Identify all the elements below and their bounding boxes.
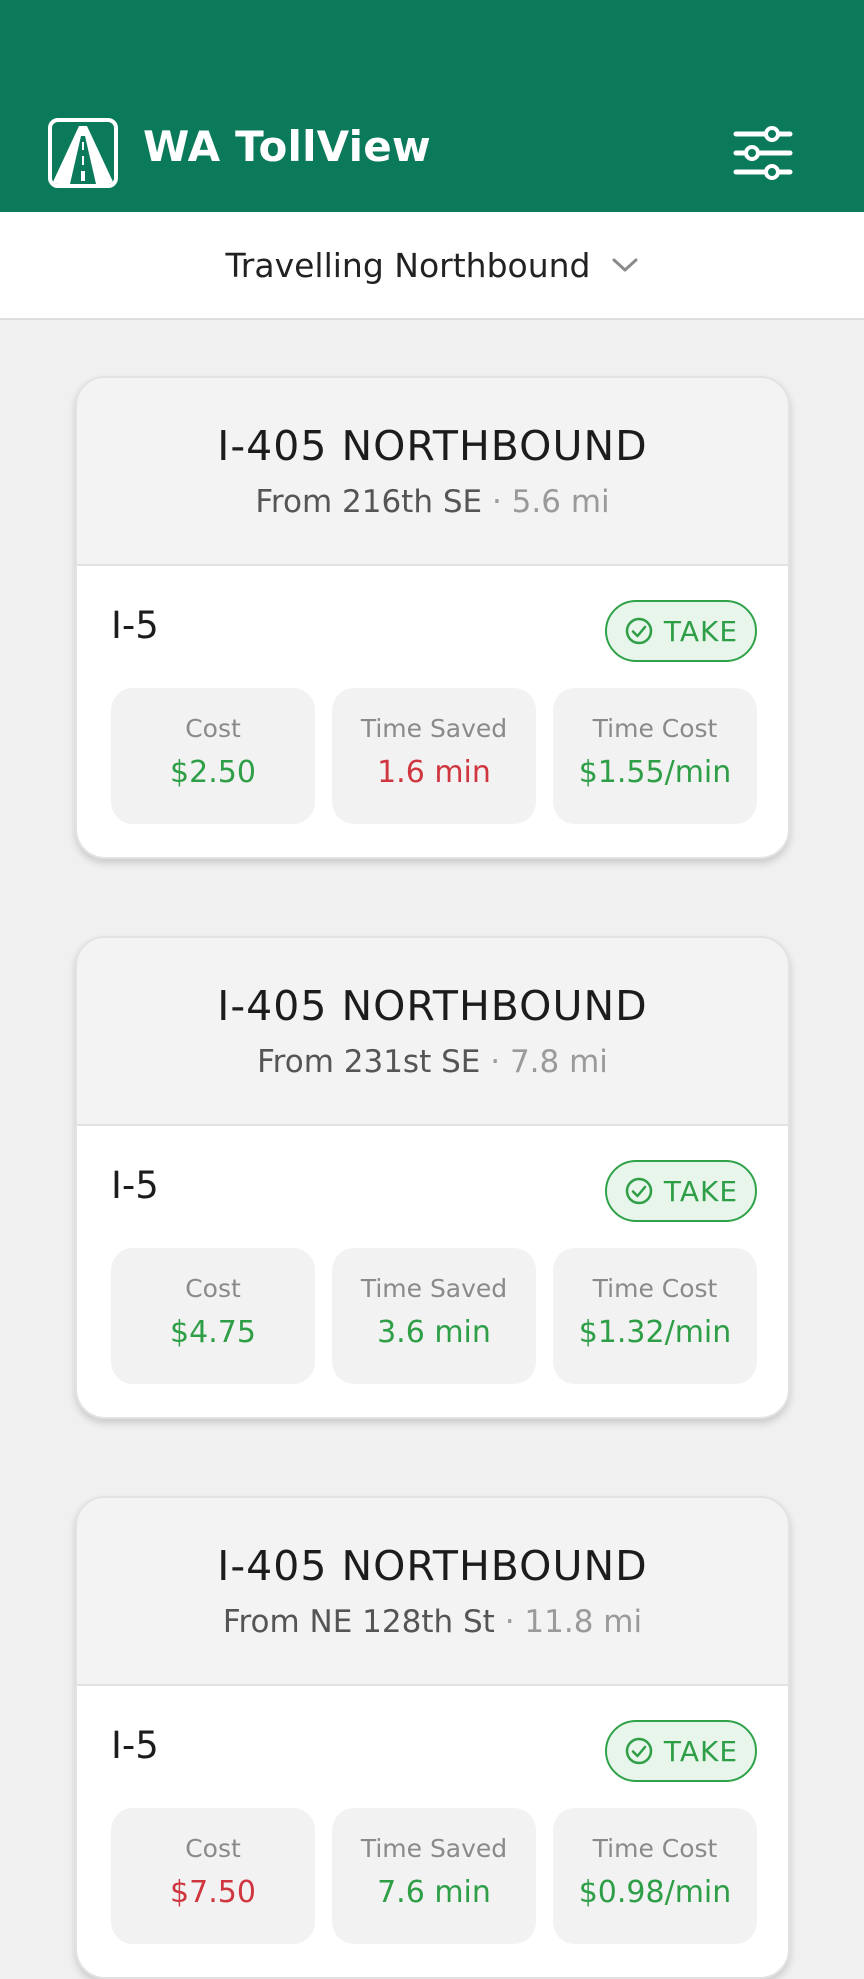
card-header: I-405 NORTHBOUND From 231st SE · 7.8 mi [77,938,788,1126]
toll-card[interactable]: I-405 NORTHBOUND From NE 128th St · 11.8… [75,1496,790,1979]
separator: · [504,1604,515,1640]
card-header: I-405 NORTHBOUND From NE 128th St · 11.8… [77,1498,788,1686]
stat-label: Time Cost [592,714,718,743]
card-title: I-405 NORTHBOUND [217,422,648,470]
stat-value: 7.6 min [377,1875,491,1910]
stat-label: Time Saved [360,714,508,743]
entry-point: From 231st SE [257,1044,481,1080]
take-button[interactable]: TAKE [605,1720,757,1782]
stat-value: $1.55/min [578,755,732,790]
distance: 7.8 mi [509,1044,608,1080]
stat-time-saved: Time Saved 3.6 min [332,1248,536,1384]
card-subtitle: From 216th SE · 5.6 mi [77,484,788,520]
entry-point: From 216th SE [255,484,483,520]
sliders-icon [733,126,793,180]
stat-cost: Cost $4.75 [111,1248,315,1384]
stat-value: $4.75 [170,1315,256,1350]
stat-cost: Cost $7.50 [111,1808,315,1944]
check-circle-icon [625,1737,653,1765]
stats-row: Cost $7.50 Time Saved 7.6 min Time Cost … [111,1808,757,1944]
stat-label: Time Saved [360,1834,508,1863]
filter-button[interactable] [728,122,798,184]
direction-selector[interactable]: Travelling Northbound [0,212,864,320]
stat-value: 1.6 min [377,755,491,790]
take-label: TAKE [663,1734,739,1768]
take-button[interactable]: TAKE [605,1160,757,1222]
alternate-route: I-5 [111,604,159,647]
stat-value: $0.98/min [578,1875,732,1910]
card-header: I-405 NORTHBOUND From 216th SE · 5.6 mi [77,378,788,566]
card-title: I-405 NORTHBOUND [217,1542,648,1590]
entry-point: From NE 128th St [222,1604,495,1640]
stat-label: Time Cost [592,1834,718,1863]
toll-card[interactable]: I-405 NORTHBOUND From 216th SE · 5.6 mi … [75,376,790,859]
direction-label: Travelling Northbound [225,245,591,285]
stat-value: $7.50 [170,1875,256,1910]
distance: 5.6 mi [511,484,610,520]
stat-label: Cost [185,1274,241,1303]
check-circle-icon [625,1177,653,1205]
card-subtitle: From NE 128th St · 11.8 mi [77,1604,788,1640]
card-subtitle: From 231st SE · 7.8 mi [77,1044,788,1080]
take-button[interactable]: TAKE [605,600,757,662]
distance: 11.8 mi [524,1604,643,1640]
stat-time-saved: Time Saved 1.6 min [332,688,536,824]
chevron-down-icon [612,258,637,272]
stat-time-cost: Time Cost $0.98/min [553,1808,757,1944]
stats-row: Cost $2.50 Time Saved 1.6 min Time Cost … [111,688,757,824]
take-label: TAKE [663,614,739,648]
stat-label: Time Cost [592,1274,718,1303]
stat-time-cost: Time Cost $1.55/min [553,688,757,824]
stats-row: Cost $4.75 Time Saved 3.6 min Time Cost … [111,1248,757,1384]
toll-card[interactable]: I-405 NORTHBOUND From 231st SE · 7.8 mi … [75,936,790,1419]
alternate-route: I-5 [111,1164,159,1207]
separator: · [491,484,502,520]
stat-value: $1.32/min [578,1315,732,1350]
check-circle-icon [625,617,653,645]
take-label: TAKE [663,1174,739,1208]
stat-time-cost: Time Cost $1.32/min [553,1248,757,1384]
stat-value: 3.6 min [377,1315,491,1350]
stat-label: Time Saved [360,1274,508,1303]
separator: · [490,1044,501,1080]
stat-value: $2.50 [170,755,256,790]
stat-cost: Cost $2.50 [111,688,315,824]
card-title: I-405 NORTHBOUND [217,982,648,1030]
app-header: WA TollView [0,0,864,212]
stat-time-saved: Time Saved 7.6 min [332,1808,536,1944]
app-title: WA TollView [143,122,431,171]
alternate-route: I-5 [111,1724,159,1767]
road-logo-icon [48,118,118,188]
stat-label: Cost [185,1834,241,1863]
stat-label: Cost [185,714,241,743]
